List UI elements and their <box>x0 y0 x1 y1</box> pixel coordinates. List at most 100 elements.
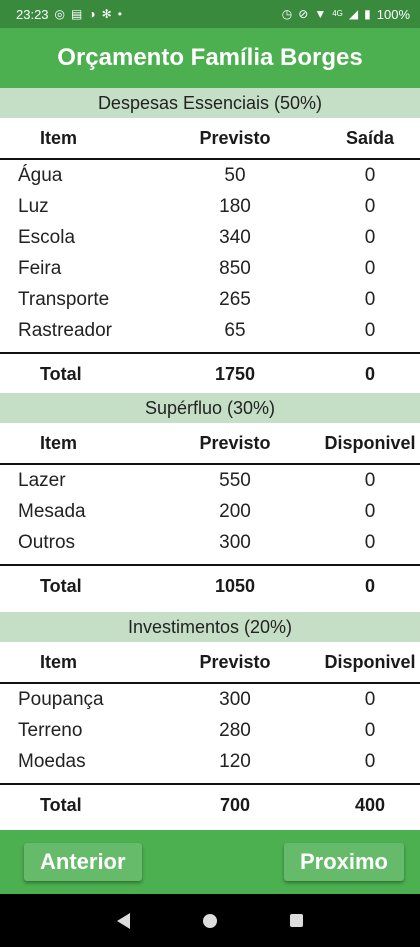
table-row: Mesada 200 0 <box>0 496 420 527</box>
cell-saida: 0 <box>364 319 376 341</box>
section-investimentos: Investimentos (20%) Item Previsto Dispon… <box>0 612 420 825</box>
table-row: Outros 300 0 <box>0 527 420 558</box>
total-disponivel: 400 <box>354 794 386 815</box>
cell-saida: 0 <box>364 195 376 217</box>
cell-previsto: 50 <box>224 164 246 186</box>
cell-item: Transporte <box>18 288 110 310</box>
table-row: Rastreador 65 0 <box>0 315 420 346</box>
cell-previsto: 200 <box>219 500 251 522</box>
col-header-saida: Saída <box>345 127 395 148</box>
table-row: Feira 850 0 <box>0 253 420 284</box>
total-disponivel: 0 <box>364 575 375 596</box>
section-title: Despesas Essenciais (50%) <box>97 92 323 113</box>
total-label: Total <box>40 575 82 596</box>
app-title: Orçamento Família Borges <box>57 44 363 71</box>
cell-item: Escola <box>18 226 76 248</box>
table-row: Água 50 0 <box>0 160 420 191</box>
total-previsto: 700 <box>219 794 251 815</box>
battery-icon: ▮ <box>364 7 371 21</box>
cell-disponivel: 0 <box>364 500 376 522</box>
recent-apps-icon[interactable] <box>290 914 304 927</box>
section-title: Supérfluo (30%) <box>144 397 276 418</box>
status-time: 23:23 <box>16 6 49 22</box>
column-header-row: Item Previsto Disponivel <box>0 423 420 463</box>
col-header-previsto: Previsto <box>199 651 271 672</box>
back-icon[interactable] <box>116 912 130 929</box>
next-button[interactable]: Proximo <box>283 843 404 881</box>
cell-disponivel: 0 <box>364 469 376 491</box>
cell-previsto: 180 <box>219 195 251 217</box>
col-header-previsto: Previsto <box>199 127 271 148</box>
cell-item: Feira <box>18 257 62 279</box>
alarm-icon: ◷ <box>281 7 293 21</box>
app-bar: Orçamento Família Borges <box>0 28 420 88</box>
cell-item: Moedas <box>18 750 86 772</box>
cell-disponivel: 0 <box>364 719 376 741</box>
cell-saida: 0 <box>364 164 376 186</box>
section-header: Despesas Essenciais (50%) <box>0 88 420 118</box>
news-icon: ▤ <box>71 7 83 21</box>
section-title: Investimentos (20%) <box>127 616 293 637</box>
column-header-row: Item Previsto Disponivel <box>0 642 420 682</box>
cell-item: Outros <box>18 531 76 553</box>
col-header-disponivel: Disponivel <box>324 432 416 453</box>
pie-icon: ◑ <box>88 7 96 21</box>
swirl-icon: ✻ <box>101 7 112 21</box>
cell-disponivel: 0 <box>364 531 376 553</box>
cell-item: Lazer <box>18 469 66 491</box>
section-header: Investimentos (20%) <box>0 612 420 642</box>
table-row: Poupança 300 0 <box>0 684 420 715</box>
cell-disponivel: 0 <box>364 750 376 772</box>
table-row: Escola 340 0 <box>0 222 420 253</box>
col-header-item: Item <box>40 651 78 672</box>
bottom-bar: Anterior Proximo <box>0 830 420 894</box>
cell-saida: 0 <box>364 226 376 248</box>
dot-icon: • <box>117 7 122 21</box>
mute-icon: ⊘ <box>298 7 309 21</box>
total-row: Total 1750 0 <box>0 354 420 394</box>
total-row: Total 1050 0 <box>0 566 420 606</box>
status-bar: 23:23 ◎ ▤ ◑ ✻ • ◷ ⊘ ▼ 4G ◢ ▮ 100% <box>0 0 420 28</box>
cell-saida: 0 <box>364 257 376 279</box>
cell-item: Poupança <box>18 688 104 710</box>
table-row: Transporte 265 0 <box>0 284 420 315</box>
system-nav-bar <box>0 894 420 947</box>
cell-previsto: 300 <box>219 531 251 553</box>
section-header: Supérfluo (30%) <box>0 393 420 423</box>
cell-item: Luz <box>18 195 49 217</box>
total-saida: 0 <box>364 363 375 384</box>
col-header-item: Item <box>40 432 78 453</box>
table-row: Luz 180 0 <box>0 191 420 222</box>
cell-previsto: 550 <box>219 469 251 491</box>
signal-icon: ◢ <box>348 7 359 21</box>
cell-item: Mesada <box>18 500 86 522</box>
previous-button[interactable]: Anterior <box>24 843 142 881</box>
cell-previsto: 265 <box>219 288 251 310</box>
whatsapp-icon: ◎ <box>54 7 66 21</box>
total-label: Total <box>40 794 82 815</box>
col-header-item: Item <box>40 127 78 148</box>
cell-saida: 0 <box>364 288 376 310</box>
section-superfluo: Supérfluo (30%) Item Previsto Disponivel… <box>0 393 420 606</box>
table-row: Moedas 120 0 <box>0 746 420 777</box>
total-row: Total 700 400 <box>0 785 420 825</box>
table-row: Terreno 280 0 <box>0 715 420 746</box>
col-header-previsto: Previsto <box>199 432 271 453</box>
cell-disponivel: 0 <box>364 688 376 710</box>
cell-previsto: 120 <box>219 750 251 772</box>
column-header-row: Item Previsto Saída <box>0 118 420 158</box>
battery-percent: 100% <box>376 6 410 22</box>
wifi-icon: ▼ <box>314 7 327 21</box>
cell-previsto: 300 <box>219 688 251 710</box>
section-despesas-essenciais: Despesas Essenciais (50%) Item Previsto … <box>0 88 420 394</box>
col-header-disponivel: Disponivel <box>324 651 416 672</box>
cell-item: Terreno <box>18 719 83 741</box>
cell-previsto: 850 <box>219 257 251 279</box>
cell-item: Rastreador <box>18 319 112 341</box>
home-icon[interactable] <box>202 913 217 928</box>
cell-previsto: 340 <box>219 226 251 248</box>
table-row: Lazer 550 0 <box>0 465 420 496</box>
total-label: Total <box>40 363 82 384</box>
cell-item: Água <box>18 164 63 186</box>
total-previsto: 1750 <box>214 363 256 384</box>
